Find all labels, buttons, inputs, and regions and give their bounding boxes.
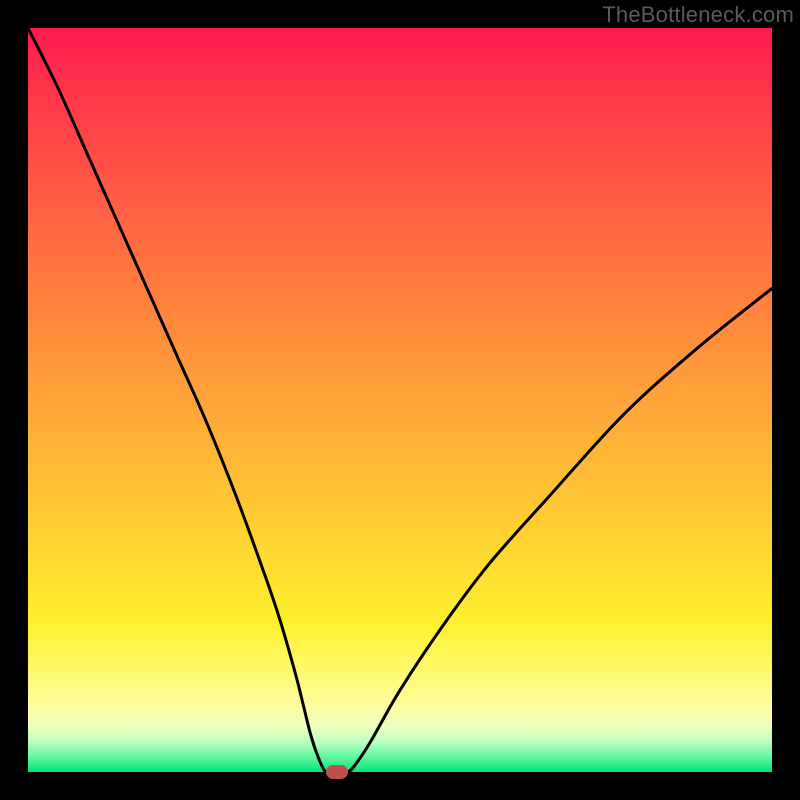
watermark-text: TheBottleneck.com [602,2,794,28]
bottleneck-curve [28,28,772,772]
plot-area [28,28,772,772]
chart-frame: TheBottleneck.com [0,0,800,800]
curve-svg [28,28,772,772]
optimal-marker [326,765,348,779]
